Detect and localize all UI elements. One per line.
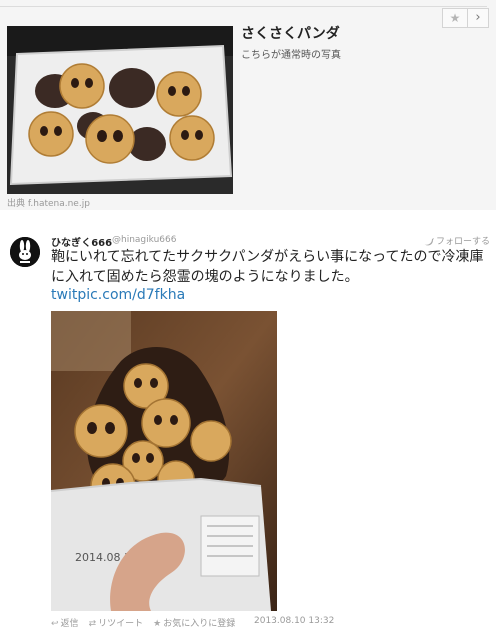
tweet-text: 鞄にいれて忘れてたサクサクパンダがえらい事になってたので冷凍庫に入れて固めたら怨… bbox=[51, 249, 484, 285]
reply-action[interactable]: ↩ 返信 bbox=[51, 619, 79, 629]
reply-icon: ↩ bbox=[51, 619, 59, 629]
tweet-date[interactable]: 2013.08.10 13:32 bbox=[254, 616, 334, 626]
card-subtitle: こちらが通常時の写真 bbox=[241, 50, 341, 61]
frozen-panda-photo: 2014.08.3 bbox=[51, 311, 277, 611]
star-button[interactable]: ★ bbox=[442, 8, 468, 28]
next-button[interactable]: › bbox=[467, 8, 489, 28]
retweet-icon: ⇄ bbox=[88, 619, 97, 629]
avatar[interactable] bbox=[10, 237, 40, 267]
twitter-bird-icon bbox=[424, 237, 434, 245]
chevron-right-icon: › bbox=[475, 10, 481, 25]
divider bbox=[0, 6, 487, 7]
star-icon: ★ bbox=[153, 619, 162, 629]
tweet-actions: ↩ 返信 ⇄ リツイート ★ お気に入りに登録 bbox=[51, 616, 245, 629]
retweet-action[interactable]: ⇄ リツイート bbox=[89, 619, 144, 629]
tweet-handle[interactable]: @hinagiku666 bbox=[112, 235, 176, 245]
image-source: 出典 f.hatena.ne.jp bbox=[7, 199, 90, 209]
tweet-link[interactable]: twitpic.com/d7fkha bbox=[51, 287, 185, 303]
panda-cookies-photo bbox=[7, 26, 233, 194]
follow-button[interactable]: フォローする bbox=[424, 234, 490, 247]
star-icon: ★ bbox=[449, 11, 461, 25]
card-title[interactable]: さくさくパンダ bbox=[241, 23, 340, 43]
rabbit-avatar-icon bbox=[10, 237, 40, 267]
favorite-action[interactable]: ★ お気に入りに登録 bbox=[153, 619, 235, 629]
follow-label: フォローする bbox=[436, 237, 491, 247]
